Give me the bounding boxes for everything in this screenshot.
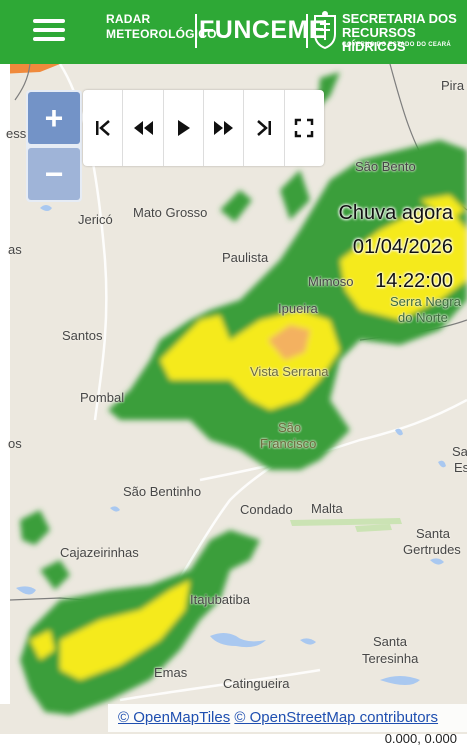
place-label: Santos	[62, 328, 103, 343]
skip-to-end-icon[interactable]	[244, 90, 285, 166]
place-label: Es	[454, 460, 467, 475]
overlay-date: 01/04/2026	[352, 236, 453, 258]
fullscreen-icon[interactable]	[285, 90, 324, 166]
place-label: Gertrudes	[403, 542, 461, 557]
overlay-time: 14:22:00	[375, 270, 453, 292]
radar-timestamp: Chuva agora 01/04/2026 14:22:00	[338, 196, 453, 298]
brand-divider	[306, 14, 308, 48]
overlay-title: Chuva agora	[338, 202, 453, 224]
skip-to-start-icon[interactable]	[83, 90, 124, 166]
place-label: Paulista	[222, 250, 269, 265]
brand-divider	[195, 14, 197, 48]
app-header: RADAR METEOROLÓGICO FUNCEME SECRETARIA D…	[0, 0, 467, 64]
zoom-control: + −	[26, 90, 82, 202]
coordinate-readout: 0.000, 0.000	[384, 731, 457, 746]
place-label: Jericó	[78, 212, 113, 227]
place-label: Emas	[154, 665, 188, 680]
map-attribution: © OpenMapTiles © OpenStreetMap contribut…	[108, 704, 467, 732]
place-label: Ipueira	[278, 301, 318, 316]
place-label: Santa	[416, 526, 450, 541]
place-label: Teresinha	[362, 651, 419, 666]
place-label: Santa	[373, 634, 407, 649]
openstreetmap-link[interactable]: © OpenStreetMap contributors	[234, 709, 438, 726]
place-label: Mato Grosso	[133, 205, 208, 220]
hamburger-menu-icon[interactable]	[33, 17, 69, 45]
place-label: as	[8, 242, 22, 257]
place-label: São Bento	[355, 159, 416, 174]
place-label: Itajubatiba	[190, 592, 250, 607]
place-label: Cajazeirinhas	[60, 545, 139, 560]
place-label: Sa	[452, 444, 467, 459]
place-label: do Norte	[398, 310, 448, 325]
fast-forward-icon[interactable]	[204, 90, 245, 166]
government-label: GOVERNO DO ESTADO DO CEARÁ	[342, 42, 452, 48]
playback-toolbar	[83, 90, 324, 166]
place-label: São Bentinho	[123, 484, 202, 499]
place-label: São	[278, 420, 302, 435]
state-crest-icon	[314, 11, 336, 50]
place-label: Pira	[441, 78, 465, 93]
openmaptiles-link[interactable]: © OpenMapTiles	[118, 709, 230, 726]
place-label: Malta	[311, 501, 343, 516]
place-label: Condado	[240, 502, 293, 517]
place-label: Pombal	[80, 390, 125, 405]
zoom-in-button[interactable]: +	[28, 92, 80, 144]
zoom-out-button[interactable]: −	[28, 148, 80, 200]
play-icon[interactable]	[164, 90, 204, 166]
place-label: Catingueira	[223, 676, 290, 691]
place-label: Vista Serrana	[250, 364, 329, 379]
rewind-icon[interactable]	[123, 90, 164, 166]
place-label: Francisco	[260, 436, 317, 451]
place-label: os	[8, 436, 22, 451]
